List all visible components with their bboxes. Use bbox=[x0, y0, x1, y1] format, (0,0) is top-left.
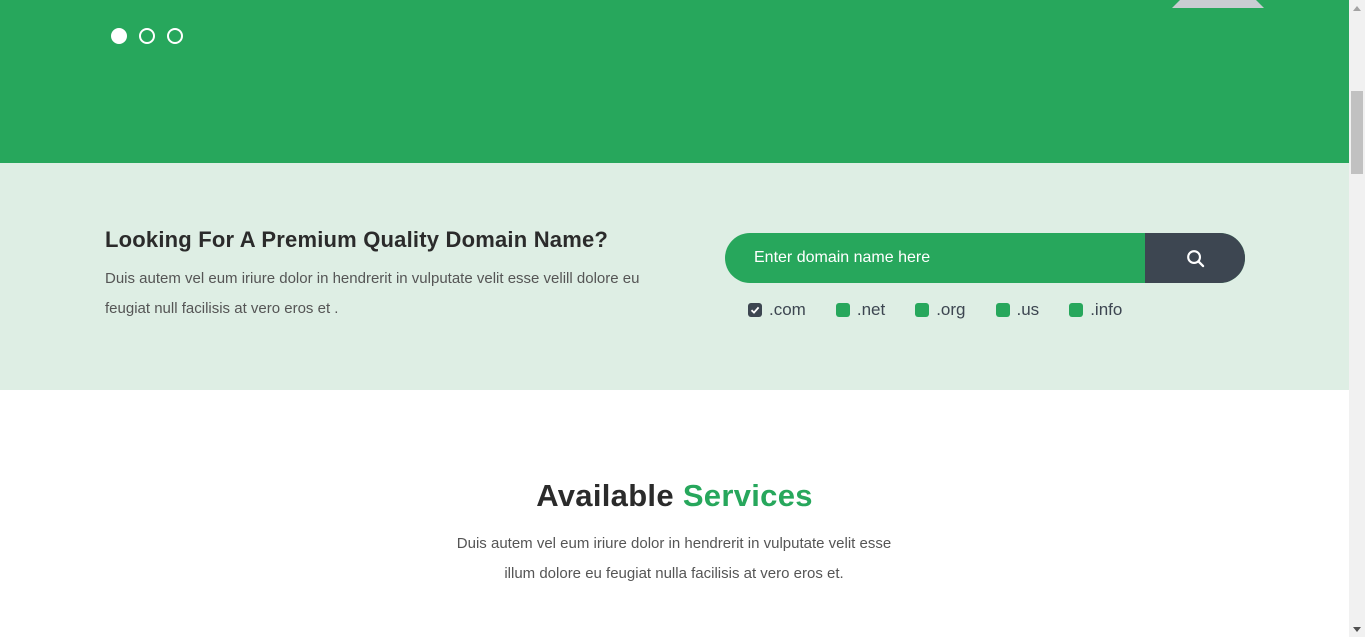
tld-option-us[interactable]: .us bbox=[995, 300, 1040, 320]
tld-option-com[interactable]: .com bbox=[748, 300, 806, 320]
tld-label-net: .net bbox=[856, 300, 886, 319]
slider-dot-2[interactable] bbox=[139, 28, 155, 44]
hero-slider bbox=[0, 0, 1349, 163]
services-title-accent: Services bbox=[682, 478, 813, 513]
slider-dot-3[interactable] bbox=[167, 28, 183, 44]
services-title-dark: Available bbox=[536, 478, 674, 513]
tld-option-info[interactable]: .info bbox=[1069, 300, 1122, 320]
tld-option-net[interactable]: .net bbox=[835, 300, 886, 320]
search-icon bbox=[1186, 249, 1204, 267]
scroll-down-arrow-icon[interactable] bbox=[1349, 621, 1365, 637]
tld-label-org: .org bbox=[936, 300, 966, 319]
tld-checkbox-net[interactable] bbox=[835, 303, 850, 317]
scrollbar-thumb[interactable] bbox=[1351, 91, 1363, 174]
services-description-line-1: Duis autem vel eum iriure dolor in hendr… bbox=[456, 535, 892, 552]
domain-search-title: Looking For A Premium Quality Domain Nam… bbox=[105, 227, 609, 252]
page: Looking For A Premium Quality Domain Nam… bbox=[0, 0, 1349, 637]
tld-label-com: .com bbox=[769, 300, 806, 319]
tld-checkbox-us[interactable] bbox=[995, 303, 1010, 317]
hero-image-fragment bbox=[1172, 0, 1264, 8]
tld-option-org[interactable]: .org bbox=[915, 300, 966, 320]
domain-search-input[interactable] bbox=[725, 233, 1145, 283]
tld-label-us: .us bbox=[1016, 300, 1040, 319]
domain-search-description: Duis autem vel eum iriure dolor in hendr… bbox=[105, 270, 640, 317]
slider-dots bbox=[111, 28, 183, 44]
tld-checkbox-info[interactable] bbox=[1069, 303, 1084, 317]
tld-options: .com .net .org .us .info bbox=[748, 300, 1152, 320]
domain-search-form bbox=[725, 233, 1245, 283]
checkmark-icon bbox=[750, 306, 760, 314]
slider-dot-1[interactable] bbox=[111, 28, 127, 44]
scroll-up-arrow-icon[interactable] bbox=[1349, 0, 1365, 16]
domain-search-button[interactable] bbox=[1145, 233, 1245, 283]
services-description: Duis autem vel eum iriure dolor in hendr… bbox=[424, 529, 924, 589]
tld-checkbox-com[interactable] bbox=[748, 303, 762, 317]
services-title: Available Services bbox=[0, 478, 1349, 514]
tld-checkbox-org[interactable] bbox=[915, 303, 930, 317]
domain-search-section: Looking For A Premium Quality Domain Nam… bbox=[0, 163, 1349, 390]
tld-label-info: .info bbox=[1090, 300, 1123, 319]
services-description-line-2: illum dolore eu feugiat nulla facilisis … bbox=[504, 565, 844, 582]
page-scrollbar[interactable] bbox=[1349, 0, 1365, 637]
